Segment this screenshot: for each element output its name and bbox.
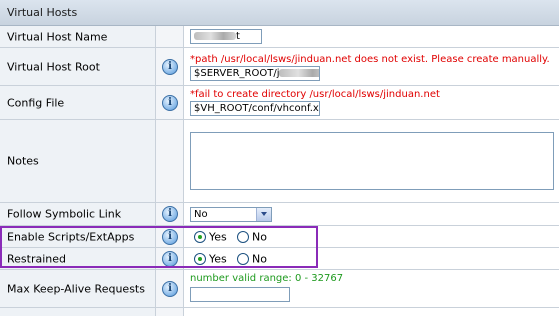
restrained-yes-label[interactable]: Yes bbox=[209, 252, 227, 265]
row-follow-symbolic-link: Follow Symbolic Link No bbox=[0, 203, 559, 226]
enable-scripts-no-label[interactable]: No bbox=[252, 230, 267, 243]
row-enable-scripts: Enable Scripts/ExtApps Yes No bbox=[0, 226, 559, 248]
label-follow-symbolic-link: Follow Symbolic Link bbox=[7, 207, 122, 221]
max-keep-alive-input[interactable] bbox=[190, 287, 290, 302]
label-max-keep-alive: Max Keep-Alive Requests bbox=[7, 282, 145, 295]
section-title: Virtual Hosts bbox=[7, 6, 78, 19]
row-restrained: Restrained Yes No bbox=[0, 248, 559, 270]
error-message: *path /usr/local/lsws/jinduan.net does n… bbox=[190, 54, 550, 65]
info-icon[interactable] bbox=[162, 228, 178, 245]
label-enable-scripts: Enable Scripts/ExtApps bbox=[7, 230, 135, 243]
label-notes: Notes bbox=[7, 154, 39, 168]
enable-scripts-no-radio[interactable] bbox=[237, 230, 249, 243]
follow-symbolic-link-select[interactable]: No bbox=[190, 207, 272, 222]
virtual-host-root-input[interactable]: $SERVER_ROOT/j bbox=[190, 66, 320, 81]
row-virtual-host-root: Virtual Host Root *path /usr/local/lsws/… bbox=[0, 48, 559, 86]
row-config-file: Config File *fail to create directory /u… bbox=[0, 86, 559, 120]
label-restrained: Restrained bbox=[7, 252, 67, 265]
restrained-no-radio[interactable] bbox=[237, 252, 249, 265]
label-config-file: Config File bbox=[7, 96, 65, 109]
redacted-text bbox=[279, 69, 319, 77]
row-notes: Notes bbox=[0, 120, 559, 203]
info-icon[interactable] bbox=[162, 58, 178, 75]
restrained-no-label[interactable]: No bbox=[252, 252, 267, 265]
notes-textarea[interactable] bbox=[190, 132, 554, 190]
label-virtual-host-name: Virtual Host Name bbox=[7, 30, 108, 43]
label-virtual-host-root: Virtual Host Root bbox=[7, 60, 100, 73]
virtual-host-name-input[interactable]: t bbox=[190, 29, 262, 44]
row-max-keep-alive: Max Keep-Alive Requests number valid ran… bbox=[0, 270, 559, 308]
info-icon[interactable] bbox=[162, 280, 178, 297]
range-hint: number valid range: 0 - 32767 bbox=[190, 273, 344, 284]
section-header: Virtual Hosts bbox=[0, 0, 559, 26]
redacted-text bbox=[194, 32, 236, 40]
config-file-input[interactable]: $VH_ROOT/conf/vhconf.xml bbox=[190, 101, 320, 116]
enable-scripts-yes-radio[interactable] bbox=[194, 230, 206, 243]
restrained-yes-radio[interactable] bbox=[194, 252, 206, 265]
row-virtual-host-name: Virtual Host Name t bbox=[0, 26, 559, 48]
error-message: *fail to create directory /usr/local/lsw… bbox=[190, 89, 440, 100]
info-icon[interactable] bbox=[162, 250, 178, 267]
enable-scripts-yes-label[interactable]: Yes bbox=[209, 230, 227, 243]
info-icon[interactable] bbox=[162, 206, 178, 222]
chevron-down-icon[interactable] bbox=[256, 208, 271, 221]
info-icon[interactable] bbox=[162, 94, 178, 111]
row-next-partial bbox=[0, 308, 559, 316]
